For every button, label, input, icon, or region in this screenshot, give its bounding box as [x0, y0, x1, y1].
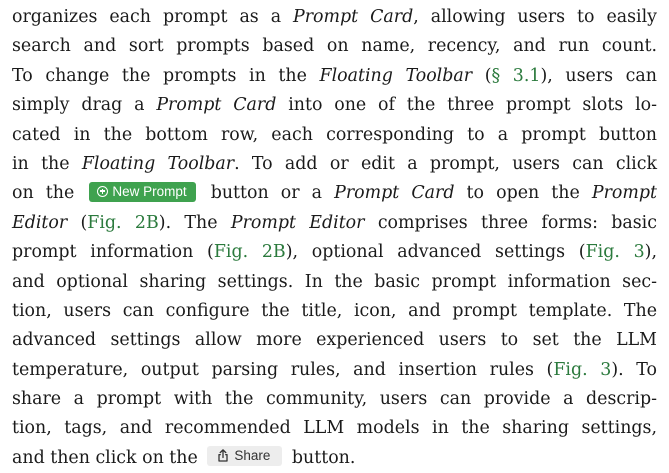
cross-reference-link[interactable]: Fig. 3: [553, 360, 611, 380]
plus-circle-icon: [97, 185, 109, 197]
text-run: ),: [644, 242, 657, 263]
text-run: ), optional advanced settings (: [285, 242, 586, 263]
text-line: in the Floating Toolbar. To add or edit …: [12, 150, 657, 179]
text-run: (: [472, 65, 492, 86]
emphasized-term: Prompt Card: [156, 95, 277, 116]
text-line: organizes each prompt as a Prompt Card, …: [12, 3, 657, 32]
text-run: and optional sharing settings. In the ba…: [12, 271, 657, 292]
text-line: advanced settings allow more experienced…: [12, 326, 657, 355]
text-run: simply drag a: [12, 95, 157, 116]
share-button-label: Share: [234, 448, 271, 464]
text-run: ). The: [158, 212, 231, 233]
text-run: and then click on the: [12, 447, 204, 468]
text-run: , allowing users to easily: [413, 7, 658, 27]
emphasized-term: Prompt Card: [293, 7, 414, 27]
text-run: ), users can: [540, 65, 657, 86]
text-run: ). To: [611, 359, 657, 380]
new-prompt-button-label: New Prompt: [112, 183, 187, 199]
emphasized-term: Prompt Editor: [230, 212, 365, 233]
text-run: button or a: [198, 183, 335, 204]
share-button[interactable]: Share: [207, 446, 283, 467]
document-page: organizes each prompt as a Prompt Card, …: [0, 0, 669, 468]
new-prompt-button[interactable]: New Prompt: [89, 181, 196, 202]
text-run: To change the prompts in the: [12, 65, 320, 86]
text-line: cated in the bottom row, each correspond…: [12, 121, 657, 150]
text-run: . To add or edit a prompt, users can cli…: [234, 153, 657, 174]
text-run: advanced settings allow more experienced…: [12, 330, 657, 351]
text-run: in the: [12, 153, 82, 174]
text-run: share a prompt with the community, users…: [12, 389, 657, 410]
text-line: To change the prompts in the Floating To…: [12, 62, 657, 91]
text-run: prompt information (: [12, 242, 214, 263]
text-line: and optional sharing settings. In the ba…: [12, 268, 657, 297]
text-line: share a prompt with the community, users…: [12, 385, 657, 414]
emphasized-term: Prompt: [591, 183, 657, 204]
text-run: organizes each prompt as a: [12, 7, 294, 27]
cross-reference-link[interactable]: Fig. 2B: [214, 242, 286, 262]
text-run: temperature, output parsing rules, and i…: [12, 359, 554, 380]
text-line: temperature, output parsing rules, and i…: [12, 356, 657, 385]
cross-reference-link[interactable]: Fig. 3: [586, 242, 645, 262]
share-icon: [218, 449, 228, 462]
text-run: comprises three forms: basic: [364, 212, 657, 233]
text-run: (: [67, 212, 88, 233]
text-line: search and sort prompts based on name, r…: [12, 32, 657, 61]
text-run: button.: [286, 447, 356, 468]
text-line: tion, tags, and recommended LLM models i…: [12, 414, 657, 443]
emphasized-term: Floating Toolbar: [319, 65, 473, 86]
text-run: cated in the bottom row, each correspond…: [12, 124, 657, 145]
cross-reference-link[interactable]: Fig. 2B: [87, 213, 158, 233]
text-run: tion, users can configure the title, ico…: [12, 300, 657, 321]
emphasized-term: Floating Toolbar: [81, 153, 235, 174]
body-paragraph: organizes each prompt as a Prompt Card, …: [12, 3, 657, 473]
text-line: Editor (Fig. 2B). The Prompt Editor comp…: [12, 209, 657, 238]
text-line: on the New Prompt button or a Prompt Car…: [12, 179, 657, 208]
emphasized-term: Prompt Card: [334, 183, 455, 204]
cross-reference-link[interactable]: § 3.1: [491, 66, 540, 86]
text-run: search and sort prompts based on name, r…: [12, 36, 657, 57]
text-run: tion, tags, and recommended LLM models i…: [12, 418, 657, 439]
text-line: simply drag a Prompt Card into one of th…: [12, 91, 657, 120]
emphasized-term: Editor: [12, 212, 68, 233]
text-run: to open the: [454, 183, 592, 204]
text-line: prompt information (Fig. 2B), optional a…: [12, 238, 657, 267]
text-run: on the: [12, 183, 87, 204]
text-line: tion, users can configure the title, ico…: [12, 297, 657, 326]
text-run: into one of the three prompt slots lo-: [276, 95, 657, 116]
text-line: and then click on the Share button.: [12, 444, 657, 473]
